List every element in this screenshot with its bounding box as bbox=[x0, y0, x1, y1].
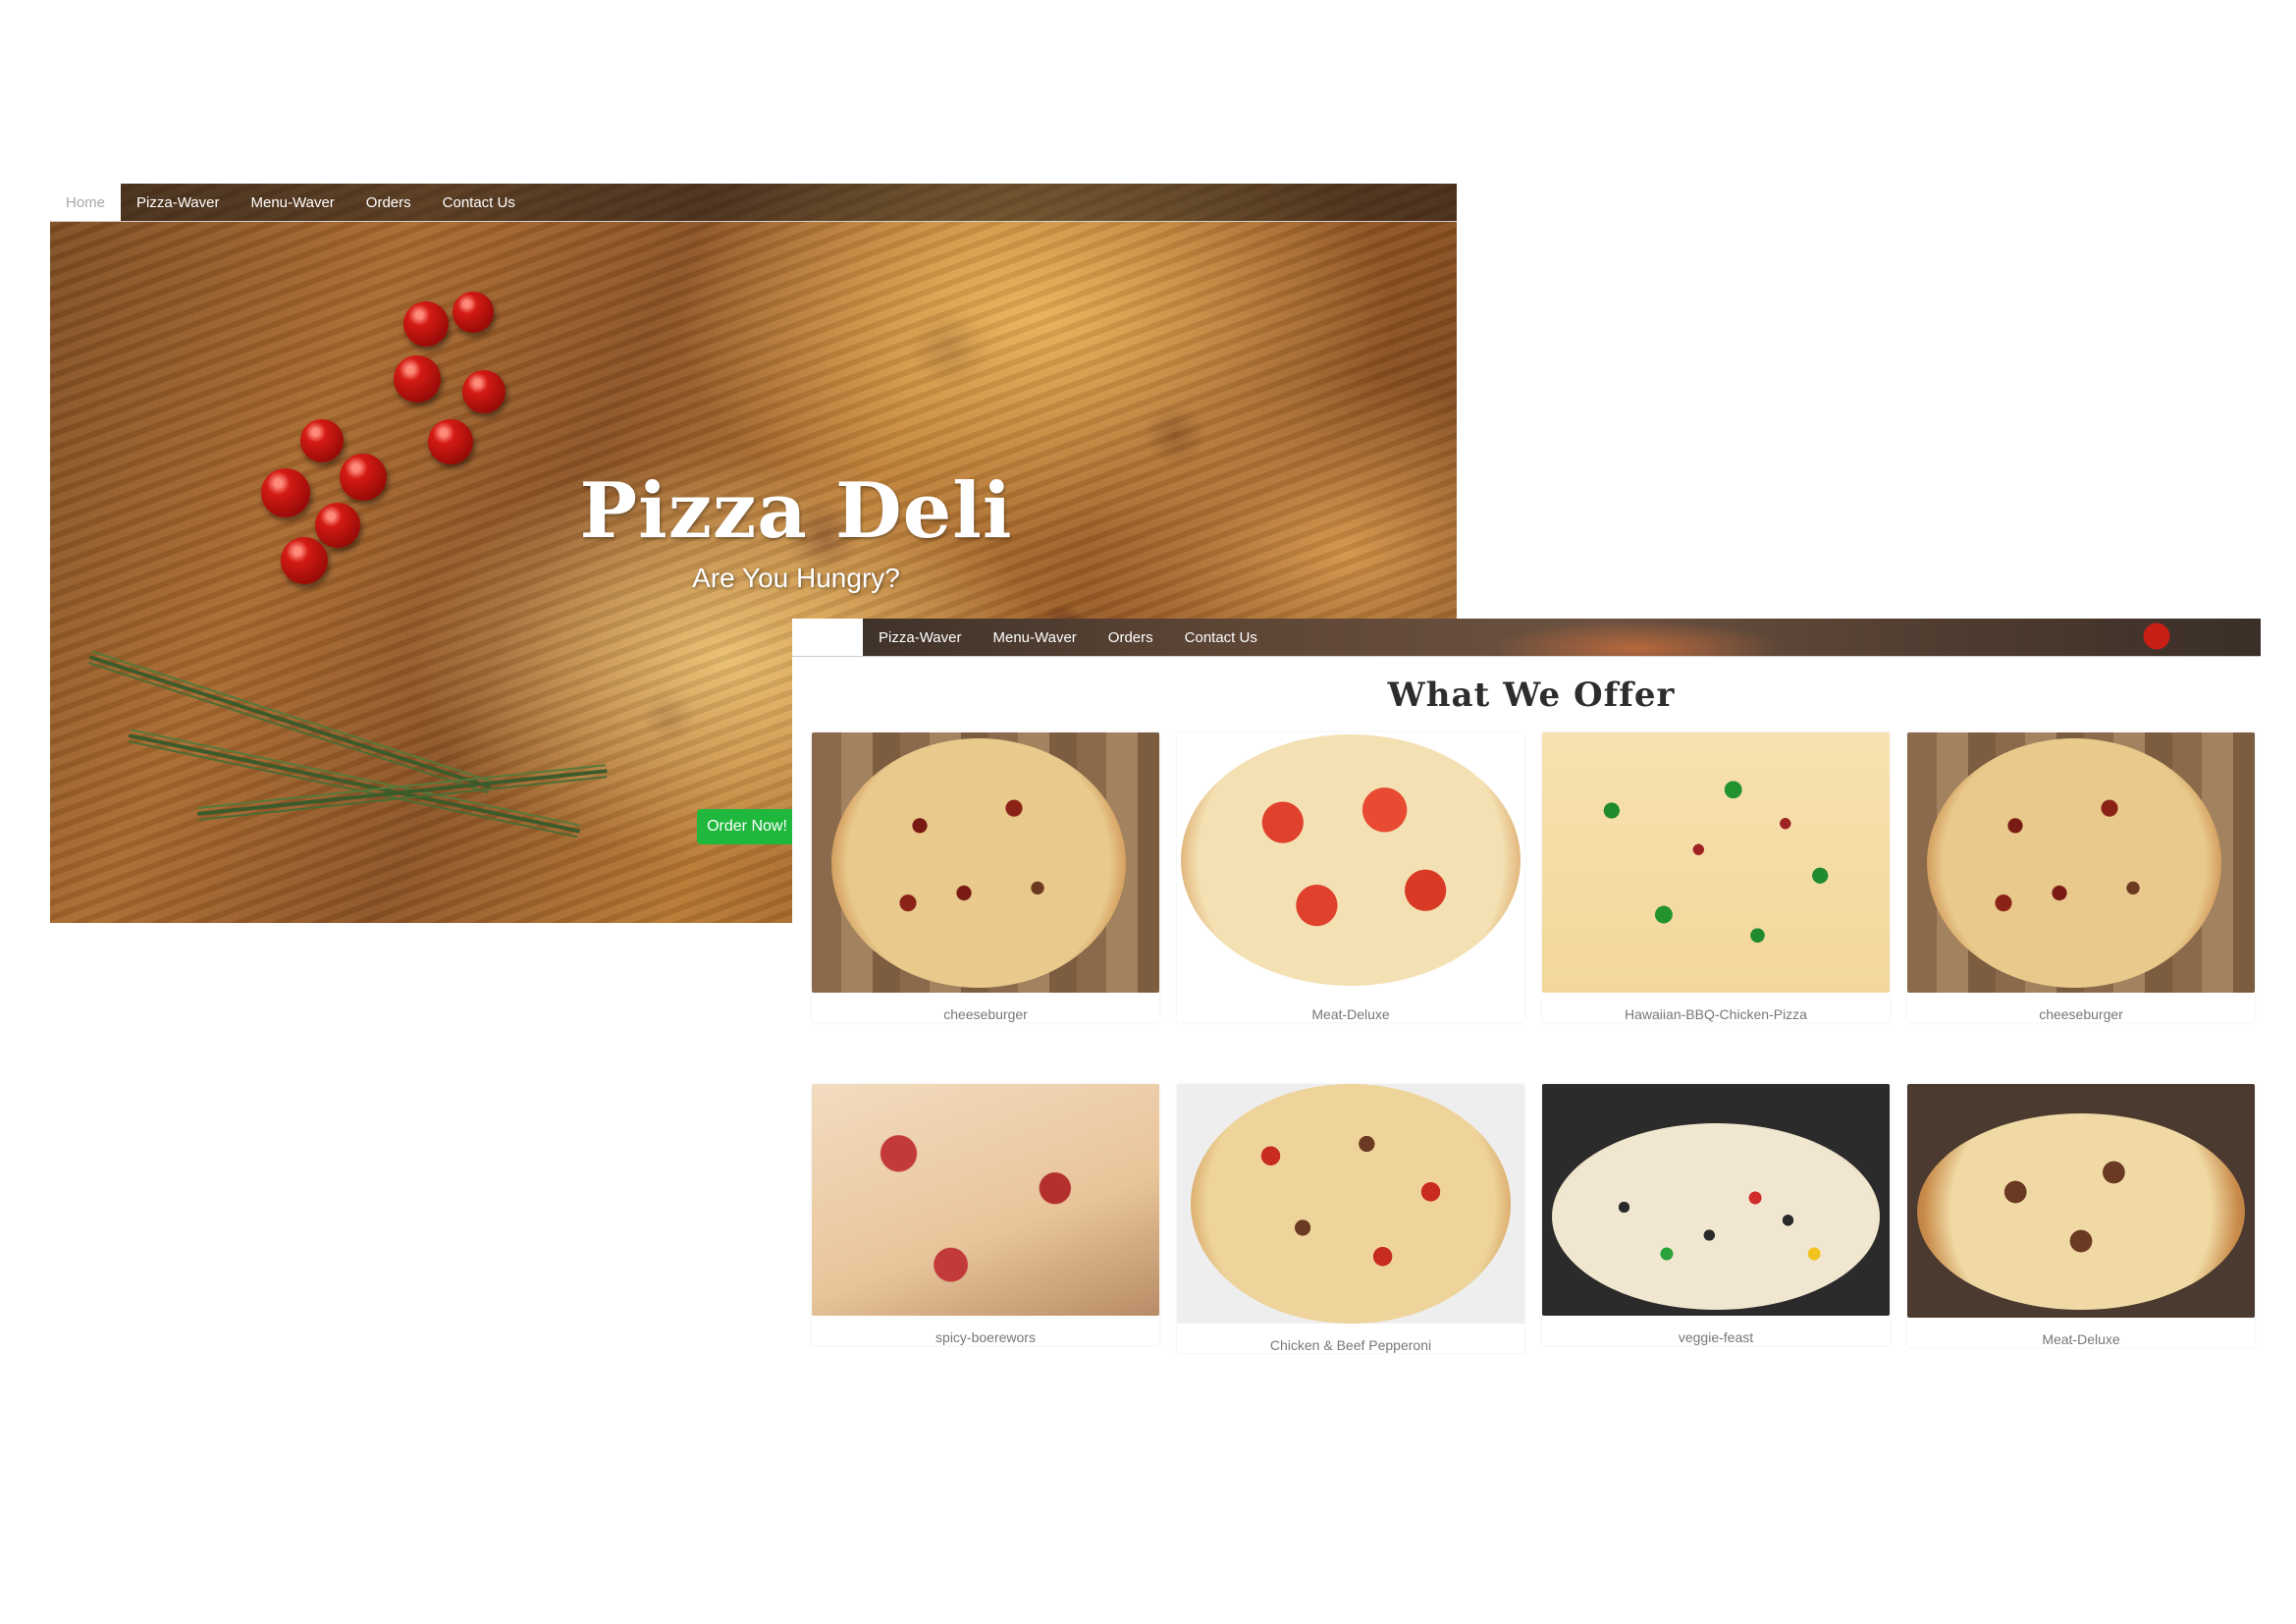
order-now-button[interactable]: Order Now! bbox=[697, 809, 797, 844]
tomato-decoration bbox=[340, 454, 387, 501]
product-name: cheeseburger bbox=[2039, 1006, 2123, 1022]
product-name: Hawaiian-BBQ-Chicken-Pizza bbox=[1625, 1006, 1807, 1022]
hero-title: Pizza Deli bbox=[579, 466, 1013, 556]
hero-navbar: Home Pizza-Waver Menu-Waver Orders Conta… bbox=[50, 184, 1457, 222]
pizza-image bbox=[812, 732, 1159, 993]
nav-tab-contact-us[interactable]: Contact Us bbox=[1169, 619, 1273, 656]
tomato-decoration bbox=[300, 419, 344, 462]
product-name: Meat-Deluxe bbox=[1311, 1006, 1390, 1022]
product-name: cheeseburger bbox=[943, 1006, 1028, 1022]
pizza-image bbox=[1907, 1084, 2255, 1318]
hero-subtitle: Are You Hungry? bbox=[692, 563, 900, 593]
product-name: veggie-feast bbox=[1678, 1329, 1754, 1345]
product-card[interactable]: spicy-boerewors bbox=[812, 1084, 1159, 1345]
product-card[interactable]: cheeseburger bbox=[1907, 732, 2255, 1022]
product-name: Chicken & Beef Pepperoni bbox=[1269, 1337, 1432, 1353]
product-card[interactable]: Hawaiian-BBQ-Chicken-Pizza bbox=[1542, 732, 1890, 1022]
pizza-image bbox=[1177, 1084, 1524, 1324]
offers-screenshot: Home Pizza-Waver Menu-Waver Orders Conta… bbox=[792, 619, 2270, 1394]
pizza-image bbox=[1542, 732, 1890, 993]
tomato-decoration bbox=[453, 292, 494, 333]
tomato-decoration bbox=[462, 370, 506, 413]
tomato-decoration bbox=[394, 355, 441, 403]
product-name: spicy-boerewors bbox=[935, 1329, 1036, 1345]
tomato-decoration bbox=[281, 537, 328, 584]
tomato-decoration bbox=[428, 419, 473, 464]
nav-tab-orders[interactable]: Orders bbox=[350, 184, 427, 221]
tomato-decoration bbox=[403, 301, 449, 347]
product-card[interactable]: Meat-Deluxe bbox=[1907, 1084, 2255, 1347]
nav-tab-contact-us[interactable]: Contact Us bbox=[427, 184, 531, 221]
offers-navbar: Home Pizza-Waver Menu-Waver Orders Conta… bbox=[792, 619, 2261, 657]
tomato-decoration bbox=[315, 503, 360, 548]
tomato-decoration bbox=[261, 468, 310, 517]
pizza-image bbox=[1907, 732, 2255, 993]
nav-tab-pizza-waver[interactable]: Pizza-Waver bbox=[863, 619, 977, 656]
nav-tab-menu-waver[interactable]: Menu-Waver bbox=[977, 619, 1092, 656]
nav-tab-home[interactable]: Home bbox=[792, 619, 864, 656]
product-card[interactable]: Chicken & Beef Pepperoni bbox=[1177, 1084, 1524, 1353]
product-card[interactable]: Meat-Deluxe bbox=[1177, 732, 1524, 1022]
product-card[interactable]: cheeseburger bbox=[812, 732, 1159, 1022]
nav-tab-menu-waver[interactable]: Menu-Waver bbox=[235, 184, 349, 221]
product-card[interactable]: veggie-feast bbox=[1542, 1084, 1890, 1345]
pizza-image bbox=[812, 1084, 1159, 1316]
pizza-image bbox=[1177, 732, 1524, 993]
nav-tab-orders[interactable]: Orders bbox=[1093, 619, 1169, 656]
nav-tab-pizza-waver[interactable]: Pizza-Waver bbox=[121, 184, 235, 221]
pizza-image bbox=[1542, 1084, 1890, 1316]
section-heading: What We Offer bbox=[1387, 676, 1676, 715]
nav-tab-home[interactable]: Home bbox=[50, 184, 122, 221]
product-name: Meat-Deluxe bbox=[2042, 1331, 2120, 1347]
